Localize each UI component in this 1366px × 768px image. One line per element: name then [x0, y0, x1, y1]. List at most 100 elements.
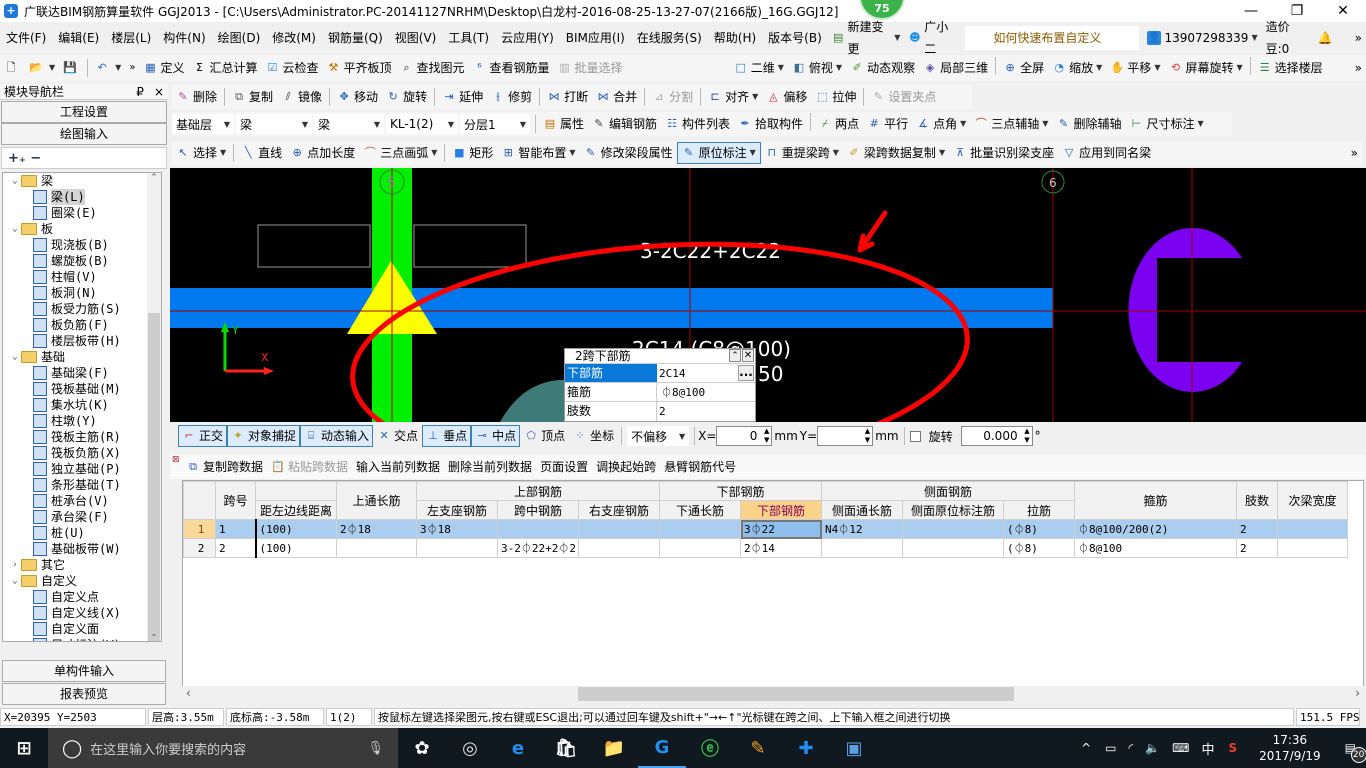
toolbar-more[interactable]: »	[125, 57, 139, 79]
scroll-thumb[interactable]	[148, 313, 160, 641]
reader-app-icon[interactable]: ▣	[830, 728, 878, 768]
popup-row-stirrup[interactable]: 箍筋 ⏀8@100	[565, 383, 755, 402]
wifi-icon[interactable]: ◜	[1129, 741, 1134, 755]
draw-button-7[interactable]: ✎ 原位标注 ▼	[676, 142, 761, 164]
component-button-6[interactable]: ∡ 点角 ▼	[912, 113, 970, 135]
spinner-icon[interactable]: ▲ ▼	[1024, 427, 1029, 445]
col-header-distance[interactable]: 距左边线距离	[255, 500, 337, 520]
windows-start-icon[interactable]: ⊞	[0, 728, 48, 768]
tb1-right-button-6[interactable]: ✋ 平移 ▼	[1106, 57, 1164, 79]
menu-item[interactable]: 构件(N)	[157, 26, 211, 50]
store-icon[interactable]: 🛍	[542, 728, 590, 768]
col-header-legs[interactable]: 肢数	[1236, 481, 1278, 520]
col-header-span[interactable]: 跨号	[215, 481, 256, 520]
tree-item[interactable]: 自定义点	[3, 589, 161, 605]
col-header-side-mark[interactable]: 侧面原位标注筋	[902, 500, 1004, 520]
assistant-button[interactable]: ☻ 广小二	[904, 20, 961, 56]
row-number[interactable]: 2	[183, 538, 216, 558]
col-header-right-support[interactable]: 右支座钢筋	[578, 500, 660, 520]
chevron-down-icon[interactable]: ▼	[431, 142, 437, 164]
edit-button-7[interactable]: ⋈ 打断	[543, 86, 592, 108]
cell-side_mark[interactable]	[902, 538, 1004, 558]
microphone-icon[interactable]: 🎙	[367, 741, 384, 756]
cell-right_support[interactable]	[578, 538, 660, 558]
scroll-right-icon[interactable]: ›	[1355, 686, 1360, 700]
cell-side_through[interactable]	[821, 538, 903, 558]
pin-icon[interactable]: ₽	[136, 85, 144, 99]
draw-button-1[interactable]: ╲ 直线	[237, 142, 286, 164]
menu-item[interactable]: 工具(T)	[442, 26, 495, 50]
tb1-left-button-5[interactable]: ⁶ 查看钢筋量	[469, 57, 554, 79]
edit-button-12[interactable]: ⬚ 拉伸	[811, 86, 860, 108]
edit-button-6[interactable]: ⫲ 修剪	[487, 86, 536, 108]
tb1-right-button-4[interactable]: ⊕ 全屏	[999, 57, 1048, 79]
popup-more-button[interactable]: ...	[738, 365, 754, 381]
cell-bottom_through[interactable]	[659, 519, 741, 539]
tree-item[interactable]: 桩(U)	[3, 525, 161, 541]
expand-all-icon[interactable]: +₊	[8, 151, 26, 166]
cell-tie[interactable]: (⏀8)	[1003, 538, 1075, 558]
menu-item[interactable]: 修改(M)	[266, 26, 322, 50]
col-header-stirrup[interactable]: 箍筋	[1074, 481, 1237, 520]
report-preview-button[interactable]: 报表预览	[2, 683, 166, 705]
component-button-8[interactable]: ✎ 删除辅轴	[1052, 113, 1125, 135]
col-header-bottom-through[interactable]: 下通长筋	[659, 500, 741, 520]
edit-button-8[interactable]: ⋈ 合并	[592, 86, 641, 108]
y-coordinate-input[interactable]: ▲ ▼	[817, 426, 874, 446]
chevron-down-icon[interactable]: ▼	[939, 142, 945, 164]
tree-item[interactable]: 圈梁(E)	[3, 205, 161, 221]
edit-button-13[interactable]: ✎ 设置夹点	[867, 86, 940, 108]
snap-button-7[interactable]: ⁘ 坐标	[569, 425, 618, 447]
scroll-left-icon[interactable]: ‹	[186, 686, 191, 700]
menu-more-button[interactable]: »	[1351, 27, 1366, 49]
account-button[interactable]: 👤 13907298339 ▼	[1143, 27, 1261, 49]
tb1-right-button-1[interactable]: ◧ 俯视 ▼	[788, 57, 846, 79]
edit-button-5[interactable]: ⇥ 延伸	[438, 86, 487, 108]
chevron-right-icon[interactable]: ›	[9, 557, 21, 573]
edit-button-3[interactable]: ✥ 移动	[333, 86, 382, 108]
chevron-down-icon[interactable]: ⌄	[9, 573, 21, 589]
chevron-down-icon[interactable]: ▼	[833, 142, 839, 164]
chevron-down-icon[interactable]: ⌄	[9, 221, 21, 237]
menu-item[interactable]: 视图(V)	[389, 26, 443, 50]
popup-row-value[interactable]: 2C14	[657, 364, 737, 382]
battery-icon[interactable]: ▭	[1105, 741, 1116, 755]
draw-button-0[interactable]: ↖ 选择 ▼	[172, 142, 230, 164]
cell-bottom[interactable]: 3⏀22	[740, 519, 822, 539]
cell-legs[interactable]: 2	[1236, 519, 1278, 539]
chevron-down-icon[interactable]: ▼	[1154, 57, 1160, 79]
draw-button-10[interactable]: ⊼ 批量识别梁支座	[949, 142, 1058, 164]
cell-dist[interactable]: (100)	[254, 538, 337, 558]
cell-bottom[interactable]: 2⏀14	[740, 538, 822, 558]
draw-button-9[interactable]: ✐ 梁跨数据复制 ▼	[843, 142, 949, 164]
col-header-tie[interactable]: 拉筋	[1003, 500, 1075, 520]
component-button-2[interactable]: ☷ 构件列表	[661, 113, 734, 135]
cell-top_through[interactable]: 2⏀18	[336, 519, 417, 539]
tree-item[interactable]: 现浇板(B)	[3, 237, 161, 253]
component-button-4[interactable]: ⌿ 两点	[814, 113, 863, 135]
grid-tool-button-4[interactable]: 页面设置	[536, 456, 592, 478]
edit-button-11[interactable]: ◬ 偏移	[762, 86, 811, 108]
scroll-down-icon[interactable]: ⌄	[147, 629, 161, 639]
floor-select[interactable]: 基础层 ▼	[172, 114, 234, 134]
rotate-angle-input[interactable]: 0.000 ▲ ▼	[960, 426, 1033, 446]
tree-folder[interactable]: ⌄ 板	[3, 221, 161, 237]
cell-top_through[interactable]	[336, 538, 417, 558]
type-select[interactable]: 梁 ▼	[314, 114, 384, 134]
tb1-left-button-1[interactable]: Σ 汇总计算	[188, 57, 261, 79]
rotate-checkbox[interactable]	[909, 430, 921, 442]
component-button-9[interactable]: ⊢ 尺寸标注 ▼	[1125, 113, 1207, 135]
new-file-button[interactable]: 🗋	[0, 57, 25, 79]
popup-row-value[interactable]: 2	[657, 402, 755, 421]
chevron-down-icon[interactable]: ▼	[960, 113, 966, 135]
undo-button[interactable]: ↶ ▼	[91, 57, 125, 79]
menu-item[interactable]: BIM应用(I)	[560, 26, 631, 50]
snap-button-5[interactable]: ⊸ 中点	[471, 425, 521, 447]
scroll-up-icon[interactable]: ⌃	[147, 173, 161, 183]
cell-sec_width[interactable]	[1277, 519, 1348, 539]
draw-button-4[interactable]: ■ 矩形	[448, 142, 497, 164]
guanglianda-app-icon[interactable]: G	[638, 728, 686, 768]
tree-item[interactable]: 板受力筋(S)	[3, 301, 161, 317]
tree-item[interactable]: 筏板主筋(R)	[3, 429, 161, 445]
tree-item[interactable]: 基础板带(W)	[3, 541, 161, 557]
